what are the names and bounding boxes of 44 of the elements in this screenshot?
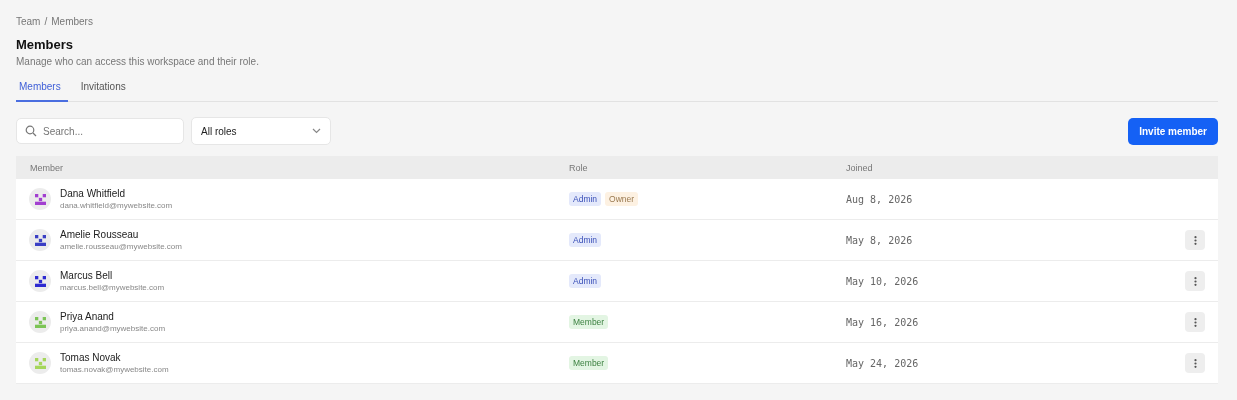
breadcrumb-link[interactable]: Team [16, 16, 41, 27]
joined-date: May 16, 2026 [845, 316, 920, 328]
joined-date: May 10, 2026 [845, 275, 920, 287]
role-tag: Owner [605, 192, 639, 206]
member-name: Amelie Rousseau [60, 229, 140, 240]
role-tag: Member [569, 315, 609, 329]
joined-date: May 24, 2026 [845, 357, 920, 369]
member-email: priya.anand@mywebsite.com [60, 324, 166, 333]
member-name: Tomas Novak [60, 352, 122, 363]
vertical-dots-icon [1193, 276, 1197, 286]
role-tag: Admin [569, 192, 602, 206]
page-subtitle: Manage who can access this workspace and their role. [16, 56, 260, 67]
more-options-button[interactable] [1185, 353, 1205, 373]
joined-date: May 8, 2026 [845, 234, 914, 246]
more-options-button[interactable] [1185, 312, 1205, 332]
column-header: Joined [845, 162, 874, 173]
member-email: marcus.bell@mywebsite.com [60, 283, 165, 292]
search-field[interactable]: Search... [16, 118, 184, 144]
search-icon [25, 125, 37, 137]
tab[interactable]: Members [16, 79, 68, 102]
vertical-dots-icon [1193, 317, 1197, 327]
member-email: dana.whitfield@mywebsite.com [60, 201, 173, 210]
breadcrumb-current: Members [51, 16, 93, 27]
vertical-dots-icon [1193, 358, 1197, 368]
member-name: Dana Whitfield [60, 188, 127, 199]
chevron-down-icon [312, 128, 321, 134]
tab[interactable]: Invitations [77, 79, 133, 102]
more-options-button[interactable] [1185, 271, 1205, 291]
more-options-button[interactable] [1185, 230, 1205, 250]
invite-member-button[interactable]: Invite member [1128, 117, 1218, 145]
column-header: Member [29, 162, 64, 173]
role-tag: Member [569, 356, 609, 370]
page-title: Members [16, 37, 75, 52]
column-header: Role [568, 162, 589, 173]
member-name: Priya Anand [60, 311, 115, 322]
vertical-dots-icon [1193, 235, 1197, 245]
role-tag: Admin [569, 274, 602, 288]
joined-date: Aug 8, 2026 [845, 193, 914, 205]
breadcrumb-separator: / [44, 16, 48, 27]
member-name: Marcus Bell [60, 270, 114, 281]
role-dropdown[interactable]: All roles [191, 117, 331, 145]
role-tag: Admin [569, 233, 602, 247]
member-email: tomas.novak@mywebsite.com [60, 365, 169, 374]
member-email: amelie.rousseau@mywebsite.com [60, 242, 182, 251]
